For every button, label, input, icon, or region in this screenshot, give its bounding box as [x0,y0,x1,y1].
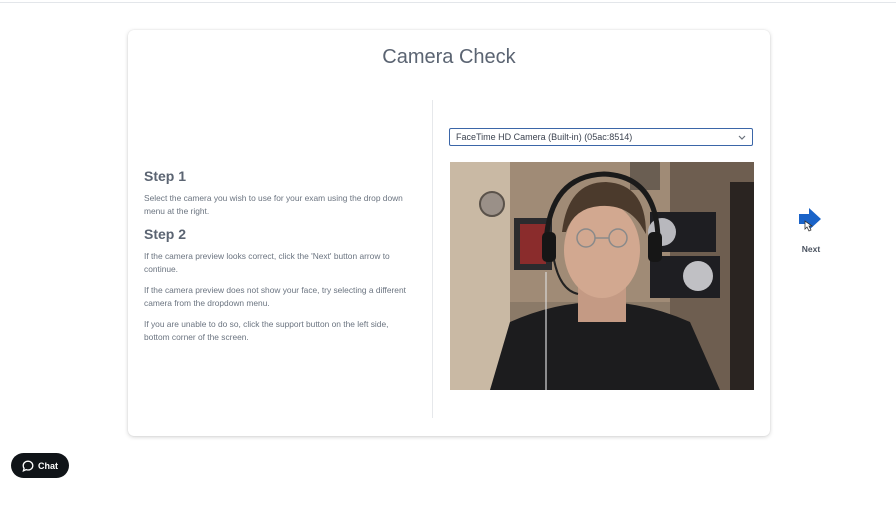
instructions: Step 1 Select the camera you wish to use… [144,168,412,352]
camera-check-card: Camera Check Step 1 Select the camera yo… [128,30,770,436]
next-button[interactable]: Next [790,204,832,260]
step-2-text-1: If the camera preview looks correct, cli… [144,251,390,274]
camera-select-value: FaceTime HD Camera (Built-in) (05ac:8514… [456,132,633,142]
step-2-text-2: If the camera preview does not show your… [144,285,406,308]
step-2-text-3: If you are unable to do so, click the su… [144,319,389,342]
chat-bubble-icon [22,460,34,472]
next-label: Next [801,244,821,254]
chevron-down-icon [738,133,746,141]
step-1-heading: Step 1 [144,168,187,184]
step-1-text: Select the camera you wish to use for yo… [144,193,403,216]
column-divider [432,100,433,418]
step-2-heading: Step 2 [144,226,187,242]
camera-preview-image [450,162,754,390]
top-divider [0,2,896,3]
chat-label: Chat [38,460,58,471]
camera-preview [450,162,754,390]
arrow-right-icon [799,208,821,232]
camera-select[interactable]: FaceTime HD Camera (Built-in) (05ac:8514… [449,128,753,146]
page-title: Camera Check [382,46,516,68]
chat-button[interactable]: Chat [11,453,69,478]
